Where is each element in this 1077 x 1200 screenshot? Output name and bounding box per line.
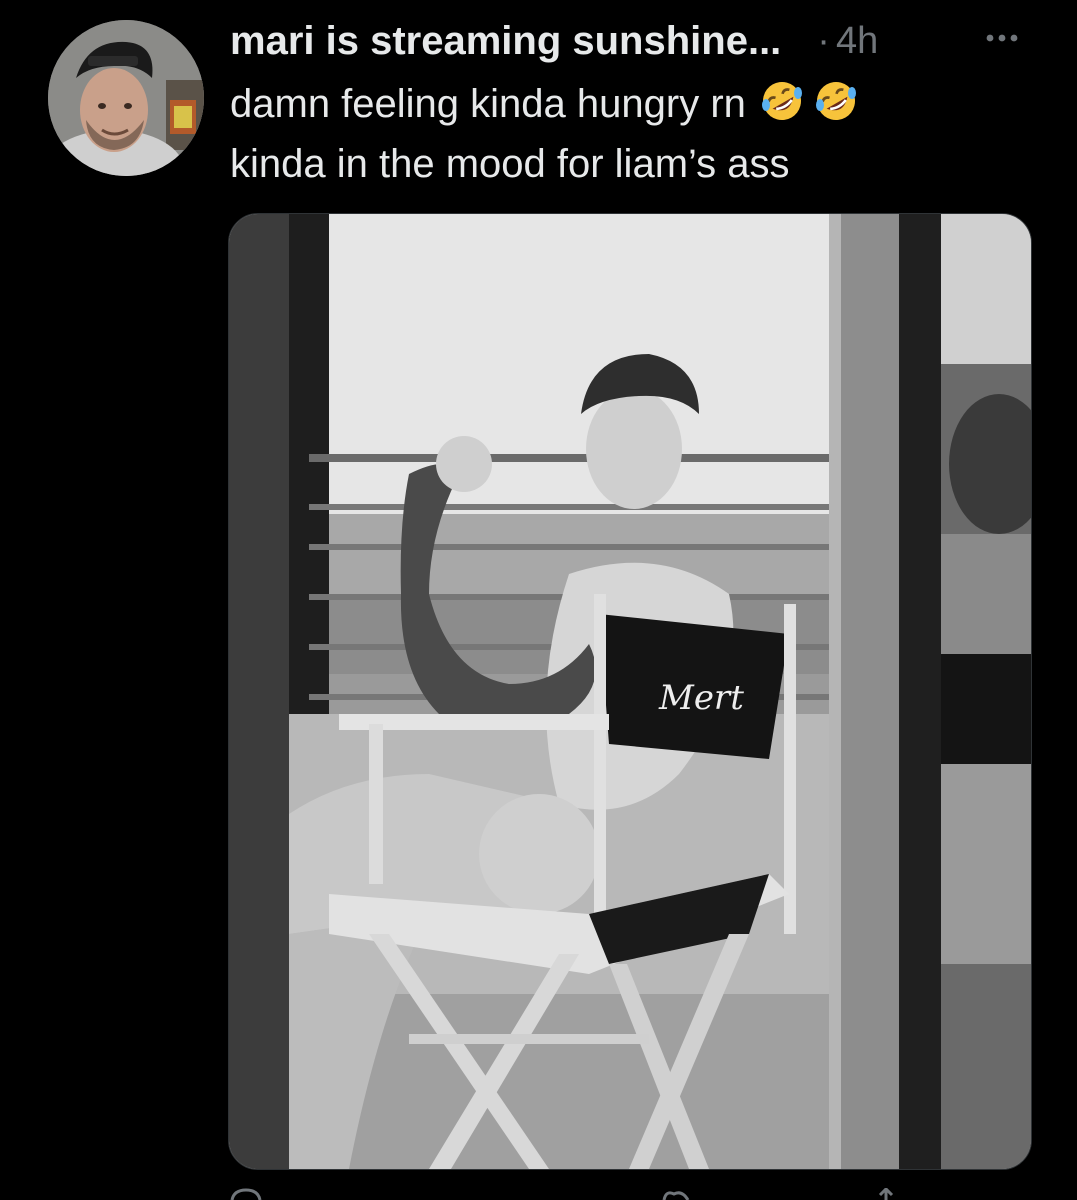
tweet-text-line-1: damn feeling kinda hungry rn (230, 74, 1050, 134)
reply-icon[interactable] (228, 1188, 264, 1200)
tweet-text: damn feeling kinda hungry rn kinda in th… (230, 74, 1050, 194)
share-icon[interactable] (868, 1188, 904, 1200)
tweet-media-photo[interactable]: Mert (228, 213, 1032, 1170)
rolling-on-floor-laughing-emoji-icon (761, 82, 802, 120)
separator-dot: · (817, 19, 830, 62)
chair-text: Mert (658, 678, 744, 718)
tweet-actions-bar (228, 1188, 1030, 1200)
more-options-icon[interactable] (970, 26, 1030, 50)
rolling-on-floor-laughing-emoji-icon (815, 82, 856, 120)
tweet-header: mari is streaming sunshine... · 4h (230, 14, 878, 68)
tweet-timestamp[interactable]: 4h (836, 20, 878, 63)
tweet[interactable]: mari is streaming sunshine... · 4h damn … (0, 0, 1077, 1200)
tweet-text-line-1-content: damn feeling kinda hungry rn (230, 82, 746, 126)
avatar[interactable] (48, 20, 204, 176)
like-icon[interactable] (658, 1188, 694, 1200)
tweet-text-line-2: kinda in the mood for liam’s ass (230, 142, 790, 186)
author-display-name[interactable]: mari is streaming sunshine... (230, 19, 781, 64)
